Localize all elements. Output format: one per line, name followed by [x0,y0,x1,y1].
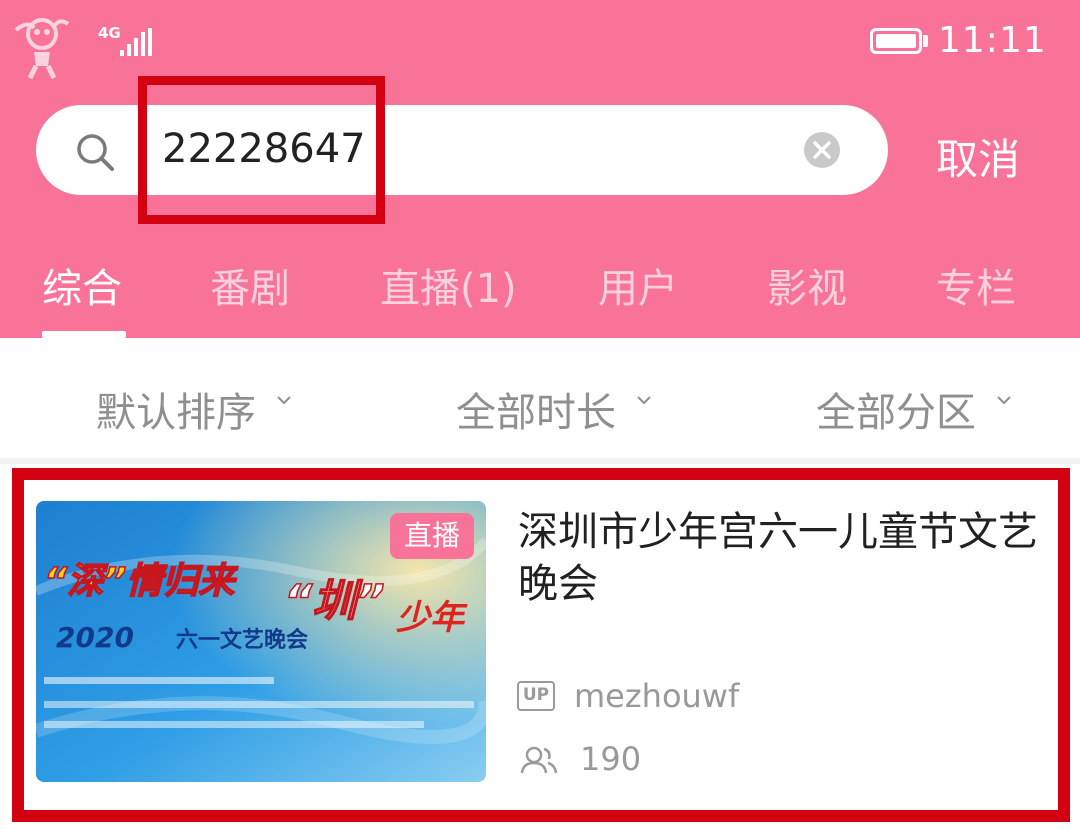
tab-anime[interactable]: 番剧 [210,256,290,314]
tab-articles[interactable]: 专栏 [936,256,1016,314]
status-bar: 4G 11:11 [0,0,1080,82]
mascot-icon [14,18,70,80]
result-card-highlight [12,468,1070,822]
chevron-down-icon [997,396,1011,405]
zone-filter[interactable]: 全部分区 [816,380,976,438]
search-icon [77,134,114,171]
duration-filter[interactable]: 全部时长 [456,380,616,438]
tab-all[interactable]: 综合 [42,256,122,314]
section-divider [0,458,1080,464]
clear-icon[interactable] [804,132,840,168]
signal-icon [120,28,152,56]
active-tab-indicator [42,331,126,338]
search-query-highlight [138,76,385,224]
battery-tip [923,35,928,47]
status-time: 11:11 [938,20,1047,61]
tab-film-tv[interactable]: 影视 [767,256,847,314]
cancel-button[interactable]: 取消 [936,126,1020,187]
tab-users[interactable]: 用户 [598,256,678,314]
battery-icon [870,28,922,54]
sort-filter[interactable]: 默认排序 [96,380,256,438]
chevron-down-icon [277,396,291,405]
chevron-down-icon [637,396,651,405]
tab-live[interactable]: 直播(1) [380,256,517,314]
